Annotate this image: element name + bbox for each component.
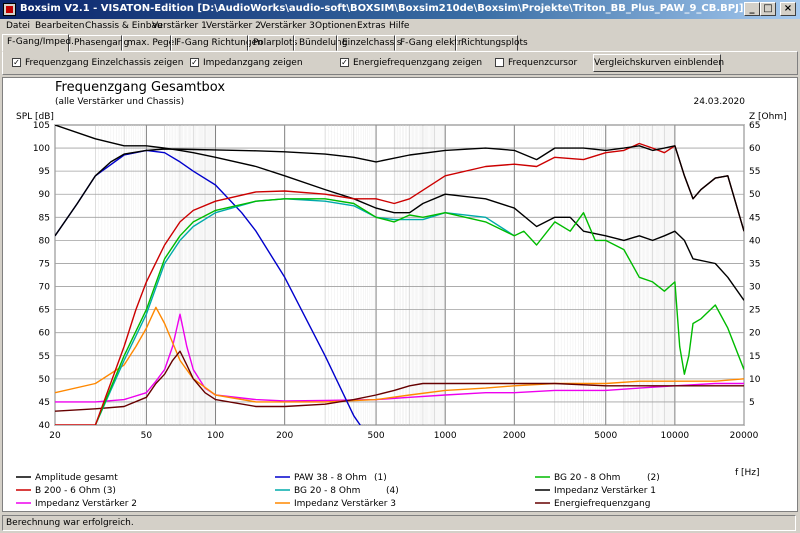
vergleichskurven-button[interactable]: Vergleichskurven einblenden — [593, 54, 724, 72]
tab-phasengang[interactable]: Phasengang — [69, 35, 129, 51]
tab-richtungsplots[interactable]: Richtungsplots — [456, 35, 528, 51]
legend-imp1: Impedanz Verstärker 1 — [554, 486, 656, 496]
y-tick-label: 95 — [39, 167, 50, 177]
y2-tick-label: 55 — [749, 167, 760, 177]
y2-tick-label: 50 — [749, 190, 761, 200]
y-tick-label: 80 — [39, 236, 51, 246]
tab-max-pegel[interactable]: max. Pegel — [122, 35, 177, 51]
checkbox-impedanzgang-label: Impedanzgang zeigen — [203, 58, 303, 68]
menu-verstaerker-3[interactable]: Verstärker 3 — [260, 21, 315, 31]
y2-tick-label: 10 — [749, 375, 761, 385]
y2-tick-label: 5 — [749, 398, 755, 408]
y-tick-label: 60 — [39, 329, 51, 339]
y-tick-label: 70 — [39, 283, 51, 293]
y-tick-label: 45 — [39, 398, 50, 408]
y-tick-label: 40 — [39, 421, 51, 431]
legend-paw38: PAW 38 - 8 Ohm — [294, 473, 367, 483]
x-tick-label: 50 — [141, 431, 153, 441]
menu-optionen[interactable]: Optionen — [315, 21, 356, 31]
maximize-icon[interactable]: □ — [760, 2, 776, 16]
chart-title: Frequenzgang Gesamtbox — [55, 80, 225, 95]
status-bar: Berechnung war erfolgreich. — [0, 514, 800, 533]
x-tick-label: 1000 — [434, 431, 457, 441]
tab-fgang-elektr[interactable]: F-Gang elektr. — [395, 35, 464, 51]
window-title: Boxsim V2.1 - VISATON-Edition [D:\AudioW… — [20, 3, 744, 14]
checkbox-energiefrequenzgang[interactable]: ✓ — [340, 58, 349, 67]
y2-tick-label: 15 — [749, 352, 760, 362]
x-tick-label: 20 — [49, 431, 61, 441]
y-tick-label: 100 — [33, 144, 50, 154]
status-text: Berechnung war erfolgreich. — [2, 515, 796, 531]
legend-imp3: Impedanz Verstärker 3 — [294, 499, 396, 509]
menu-chassis-einbau[interactable]: Chassis & Einbau — [85, 21, 163, 31]
y-tick-label: 50 — [39, 375, 51, 385]
y-tick-label: 90 — [39, 190, 51, 200]
legend-bg20-2: BG 20 - 8 Ohm — [554, 473, 620, 483]
y-tick-label: 85 — [39, 213, 50, 223]
x-tick-label: 500 — [367, 431, 384, 441]
frequency-response-chart: Frequenzgang Gesamtbox (alle Verstärker … — [16, 80, 787, 509]
legend-b200: B 200 - 6 Ohm (3) — [35, 486, 116, 496]
tab-fgang-richtungen[interactable]: F-Gang Richtungen — [171, 35, 263, 51]
minimize-icon[interactable]: _ — [744, 2, 760, 16]
legend-imp2: Impedanz Verstärker 2 — [35, 499, 137, 509]
chart-subtitle: (alle Verstärker und Chassis) — [55, 97, 184, 107]
tab-buendelung[interactable]: Bündelung — [294, 35, 347, 51]
y2-tick-label: 35 — [749, 259, 760, 269]
x-tick-label: 2000 — [503, 431, 526, 441]
app-icon[interactable] — [3, 3, 16, 16]
y-tick-label: 105 — [33, 121, 50, 131]
checkbox-energiefrequenzgang-label: Energiefrequenzgang zeigen — [353, 58, 483, 68]
y2-tick-label: 30 — [749, 283, 761, 293]
legend-amplitude: Amplitude gesamt — [35, 473, 118, 483]
y2-tick-label: 25 — [749, 306, 760, 316]
y-tick-label: 65 — [39, 306, 50, 316]
options-panel: ✓ Frequenzgang Einzelchassis zeigen ✓ Im… — [2, 51, 798, 75]
y2-tick-label: 65 — [749, 121, 760, 131]
checkbox-einzelchassis-label: Frequenzgang Einzelchassis zeigen — [25, 58, 184, 68]
menu-datei[interactable]: Datei — [6, 21, 30, 31]
menu-verstaerker-2[interactable]: Verstärker 2 — [206, 21, 261, 31]
menu-hilfe[interactable]: Hilfe — [389, 21, 409, 31]
close-icon[interactable]: × — [780, 2, 796, 16]
menu-verstaerker-1[interactable]: Verstärker 1 — [152, 21, 207, 31]
menu-bearbeiten[interactable]: Bearbeiten — [35, 21, 84, 31]
menu-bar: Datei Bearbeiten Chassis & Einbau Verstä… — [0, 19, 800, 35]
legend-paw38-index: (1) — [374, 473, 387, 483]
y2-tick-label: 20 — [749, 329, 761, 339]
x-axis-label: f [Hz] — [735, 468, 760, 478]
tab-einzelchassis[interactable]: Einzelchassis — [337, 35, 401, 51]
y2-tick-label: 60 — [749, 144, 761, 154]
tab-fgang-imped[interactable]: F-Gang/Imped. — [2, 34, 74, 52]
chart-date: 24.03.2020 — [693, 97, 745, 107]
checkbox-einzelchassis[interactable]: ✓ — [12, 58, 21, 67]
x-tick-label: 5000 — [594, 431, 617, 441]
checkbox-impedanzgang[interactable]: ✓ — [190, 58, 199, 67]
legend-bg20-4-index: (4) — [386, 486, 399, 496]
checkbox-frequenzcursor-label: Frequenzcursor — [508, 58, 578, 68]
legend-energie: Energiefrequenzgang — [554, 499, 650, 509]
y-tick-label: 55 — [39, 352, 50, 362]
chart-legend: Amplitude gesamt PAW 38 - 8 Ohm (1) BG 2… — [16, 473, 660, 509]
title-bar: Boxsim V2.1 - VISATON-Edition [D:\AudioW… — [0, 0, 800, 19]
x-tick-label: 100 — [207, 431, 224, 441]
legend-bg20-2-index: (2) — [647, 473, 660, 483]
tab-strip: F-Gang/Imped. Phasengang max. Pegel F-Ga… — [0, 34, 800, 52]
chart-area: Frequenzgang Gesamtbox (alle Verstärker … — [2, 77, 798, 512]
checkbox-frequenzcursor[interactable] — [495, 58, 504, 67]
x-tick-label: 200 — [276, 431, 293, 441]
x-tick-label: 10000 — [661, 431, 690, 441]
y2-tick-label: 45 — [749, 213, 760, 223]
menu-extras[interactable]: Extras — [357, 21, 385, 31]
legend-bg20-4: BG 20 - 8 Ohm — [294, 486, 360, 496]
x-tick-label: 20000 — [730, 431, 759, 441]
y-tick-label: 75 — [39, 259, 50, 269]
tab-polarplots[interactable]: Polarplots — [248, 35, 297, 51]
y2-tick-label: 40 — [749, 236, 761, 246]
